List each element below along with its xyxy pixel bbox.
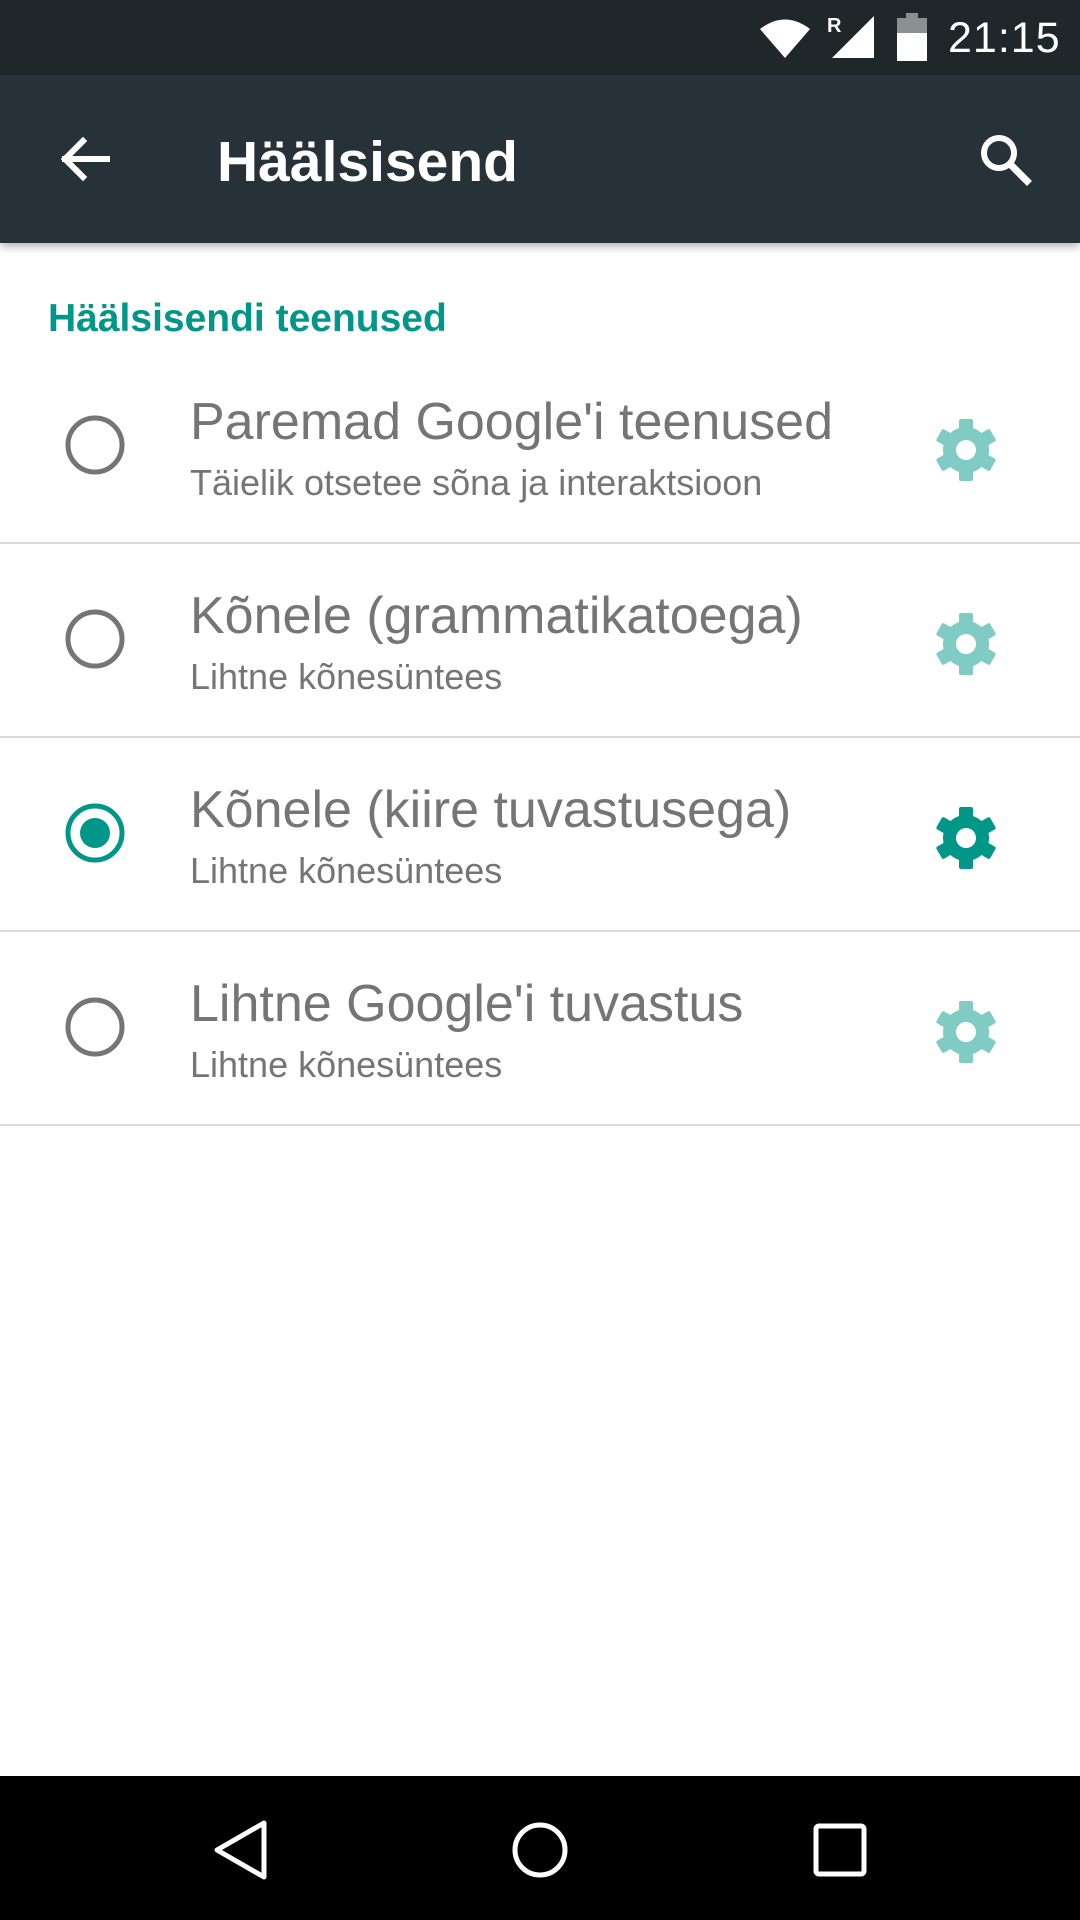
- service-summary: Lihtne kõnesüntees: [190, 656, 503, 697]
- status-time: 21:15: [948, 14, 1061, 62]
- nav-recents-button[interactable]: [795, 1808, 885, 1892]
- recents-square-icon: [813, 1823, 867, 1877]
- search-icon: [981, 135, 1032, 186]
- screen: R 21:15 Häälsisend Häälsisendi teenused: [0, 0, 1080, 1920]
- service-summary: Lihtne kõnesüntees: [190, 850, 503, 891]
- search-button[interactable]: [960, 119, 1050, 199]
- nav-home-button[interactable]: [495, 1808, 585, 1892]
- cell-signal-icon: R: [827, 15, 874, 58]
- settings-gear-icon[interactable]: [930, 608, 1002, 680]
- service-summary: Lihtne kõnesüntees: [190, 1044, 503, 1085]
- service-item-konele-grammatika[interactable]: Kõnele (grammatikatoega) Lihtne kõnesünt…: [0, 544, 1080, 738]
- service-title: Paremad Google'i teenused: [190, 393, 834, 451]
- settings-gear-icon[interactable]: [930, 996, 1002, 1068]
- status-bar: R 21:15: [0, 0, 1080, 75]
- service-item-lihtne-google[interactable]: Lihtne Google'i tuvastus Lihtne kõnesünt…: [0, 932, 1080, 1126]
- service-title: Lihtne Google'i tuvastus: [190, 975, 744, 1033]
- settings-gear-icon[interactable]: [930, 414, 1002, 486]
- battery-icon: [897, 13, 927, 61]
- back-triangle-icon: [214, 1820, 267, 1880]
- nav-back-button[interactable]: [195, 1808, 285, 1892]
- service-title: Kõnele (grammatikatoega): [190, 587, 803, 645]
- system-navigation-bar: [0, 1776, 1080, 1920]
- radio-button-checked[interactable]: [65, 803, 125, 863]
- service-summary: Täielik otsetee sõna ja interaktsioon: [190, 462, 763, 503]
- wifi-icon: [760, 19, 810, 58]
- arrow-back-icon: [60, 136, 110, 182]
- app-bar: Häälsisend: [0, 75, 1080, 243]
- home-circle-icon: [512, 1822, 568, 1878]
- radio-button-unchecked[interactable]: [65, 415, 125, 475]
- section-header: Häälsisendi teenused: [48, 297, 447, 340]
- voice-input-service-list: Paremad Google'i teenused Täielik otsete…: [0, 350, 1080, 1126]
- radio-button-unchecked[interactable]: [65, 997, 125, 1057]
- page-title: Häälsisend: [217, 130, 518, 194]
- navigate-up-button[interactable]: [40, 119, 130, 199]
- roaming-indicator: R: [827, 15, 842, 37]
- settings-gear-icon[interactable]: [930, 802, 1002, 874]
- service-title: Kõnele (kiire tuvastusega): [190, 781, 792, 839]
- service-item-paremad-google[interactable]: Paremad Google'i teenused Täielik otsete…: [0, 350, 1080, 544]
- service-item-konele-kiire[interactable]: Kõnele (kiire tuvastusega) Lihtne kõnesü…: [0, 738, 1080, 932]
- radio-button-unchecked[interactable]: [65, 609, 125, 669]
